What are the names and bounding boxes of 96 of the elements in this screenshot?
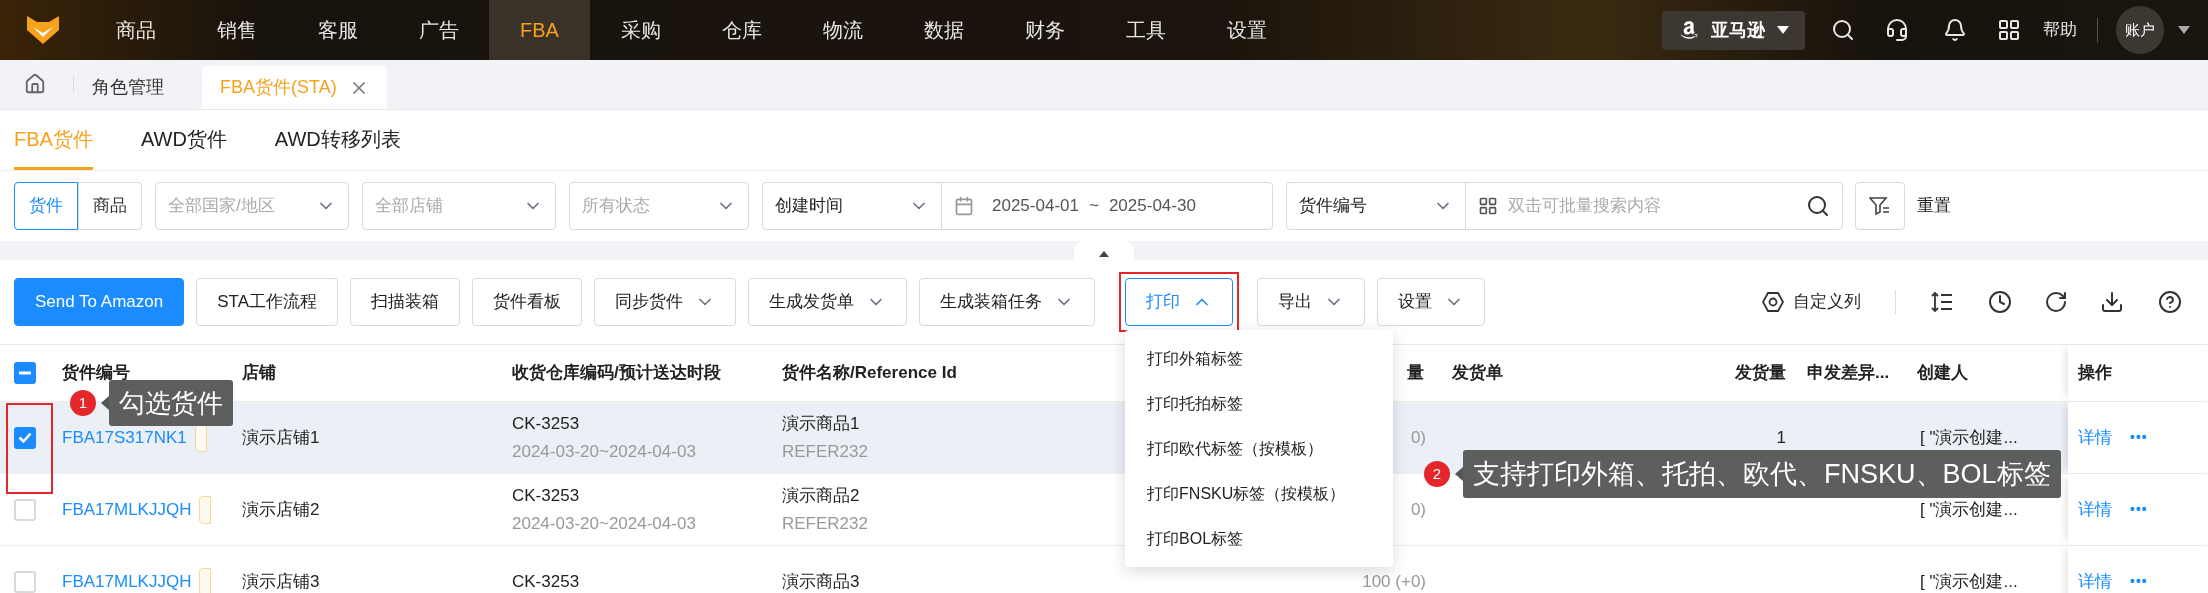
shipped-quantity: 1 — [1776, 426, 1786, 449]
funnel-icon — [1869, 195, 1891, 216]
creator-name: [ "演示创建... — [1920, 499, 2018, 519]
account-avatar[interactable]: 账户 — [2116, 6, 2164, 54]
download-icon[interactable] — [2100, 290, 2124, 314]
fox-logo-icon[interactable] — [24, 14, 61, 46]
bell-icon[interactable] — [1943, 18, 1967, 42]
reset-button[interactable]: 重置 — [1917, 192, 1951, 219]
delivery-window: 2024-03-20~2024-04-03 — [512, 509, 696, 538]
warehouse-code: CK-3253 — [512, 412, 580, 435]
checkbox[interactable] — [14, 426, 36, 449]
detail-link[interactable]: 详情 — [2078, 424, 2112, 451]
filter-button[interactable] — [1855, 181, 1905, 230]
annotation-tooltip: 支持打印外箱、托拍、欧代、FNSKU、BOL标签 — [1463, 450, 2061, 498]
refresh-icon[interactable] — [2044, 290, 2068, 314]
caret-icon[interactable] — [2178, 26, 2190, 34]
amazon-icon — [1678, 20, 1699, 40]
toolbar-button[interactable]: 导出 — [1257, 278, 1366, 326]
platform-select[interactable]: 亚马逊 — [1662, 10, 1805, 50]
menu-item[interactable]: 打印外箱标签 — [1125, 336, 1394, 381]
sub-tab[interactable]: AWD货件 — [140, 110, 227, 170]
nav-item[interactable]: 采购 — [590, 0, 691, 60]
column-header: 发货量 — [1735, 362, 1786, 385]
tag-badge — [199, 567, 212, 593]
nav-item[interactable]: FBA — [489, 0, 590, 60]
table-row[interactable]: FBA17MLKJJQH 演示店铺3 CK-3253 演示商品3 100 (+0) [ "演示创建... 详情 ••• — [0, 545, 2208, 593]
checkbox[interactable] — [14, 570, 36, 593]
check-icon — [18, 432, 32, 443]
nav-item[interactable]: 仓库 — [691, 0, 792, 60]
toolbar-button[interactable]: 生成装箱任务 — [919, 278, 1096, 326]
quantity: 0) — [1410, 426, 1426, 449]
column-header: 发货单 — [1452, 362, 1503, 385]
nav-item[interactable]: 工具 — [1095, 0, 1196, 60]
menu-item[interactable]: 打印FNSKU标签（按模板） — [1125, 471, 1394, 516]
creator-name: [ "演示创建... — [1920, 571, 2018, 591]
sub-tab[interactable]: AWD转移列表 — [274, 110, 401, 170]
caret-icon — [1776, 26, 1789, 34]
product-name: 演示商品3 — [782, 570, 860, 593]
detail-link[interactable]: 详情 — [2078, 496, 2112, 523]
creator-name: [ "演示创建... — [1920, 427, 2018, 447]
nav-item[interactable]: 销售 — [186, 0, 287, 60]
reference-id: REFER232 — [782, 440, 868, 463]
product-name: 演示商品2 — [782, 484, 860, 507]
nav-item[interactable]: 设置 — [1196, 0, 1297, 60]
home-icon[interactable] — [24, 73, 46, 95]
nav-item[interactable]: 物流 — [792, 0, 893, 60]
column-header: 货件名称/Reference Id — [782, 362, 957, 385]
custom-columns-button[interactable]: 自定义列 — [1793, 289, 1861, 315]
quantity: 0) — [1410, 498, 1426, 521]
nav-item[interactable]: 商品 — [85, 0, 186, 60]
column-header: 创建人 — [1917, 362, 1968, 385]
toolbar-button[interactable]: 扫描装箱 — [350, 278, 461, 326]
column-header: 店铺 — [242, 362, 276, 385]
nav-item[interactable]: 财务 — [994, 0, 1095, 60]
store-name: 演示店铺1 — [242, 427, 320, 447]
column-header: 量 — [1407, 362, 1424, 385]
checkbox[interactable] — [14, 498, 36, 521]
nav-item[interactable]: 数据 — [893, 0, 994, 60]
step-badge: 1 — [70, 390, 96, 416]
grid-icon[interactable] — [1997, 18, 2021, 42]
row-height-icon[interactable] — [1930, 290, 1954, 314]
store-name: 演示店铺2 — [242, 499, 320, 519]
minus-icon — [19, 371, 31, 375]
caret-icon — [1099, 250, 1109, 257]
toolbar-button[interactable]: 生成发货单 — [748, 278, 908, 326]
headset-icon[interactable] — [1885, 18, 1909, 42]
annotation-tooltip: 勾选货件 — [109, 380, 233, 426]
detail-link[interactable]: 详情 — [2078, 568, 2112, 593]
tag-badge — [199, 495, 212, 524]
column-header: 收货仓库编码/预计送达时段 — [512, 362, 721, 385]
segment-button[interactable]: 货件 — [14, 181, 78, 230]
hexagon-settings-icon[interactable] — [1761, 290, 1785, 314]
column-header: 操作 — [2078, 362, 2112, 385]
warehouse-code: CK-3253 — [512, 484, 580, 507]
product-name: 演示商品1 — [782, 412, 860, 435]
toolbar-button[interactable]: 打印 — [1125, 278, 1234, 326]
delivery-window: 2024-03-20~2024-04-03 — [512, 437, 696, 466]
warehouse-code: CK-3253 — [512, 570, 580, 593]
help-link[interactable]: 帮助 — [2043, 17, 2077, 43]
store-name: 演示店铺3 — [242, 571, 320, 591]
clock-icon[interactable] — [1988, 290, 2012, 314]
column-header: 申发差异... — [1807, 362, 1890, 385]
reference-id: REFER232 — [782, 512, 868, 535]
nav-item[interactable]: 客服 — [287, 0, 388, 60]
checkbox[interactable] — [14, 362, 36, 384]
nav-item[interactable]: 广告 — [388, 0, 489, 60]
quantity: 100 (+0) — [1362, 570, 1426, 593]
help-icon[interactable] — [2158, 290, 2182, 314]
search-icon[interactable] — [1831, 18, 1855, 42]
segment-button[interactable]: 商品 — [78, 181, 142, 230]
toolbar-button[interactable]: STA工作流程 — [196, 278, 339, 326]
toolbar-button[interactable]: 货件看板 — [472, 278, 583, 326]
toolbar-button[interactable]: 同步货件 — [594, 278, 737, 326]
toolbar-button[interactable]: 设置 — [1377, 278, 1486, 326]
page-tab[interactable]: 角色管理 — [74, 66, 182, 109]
menu-item[interactable]: 打印欧代标签（按模板） — [1125, 426, 1394, 471]
